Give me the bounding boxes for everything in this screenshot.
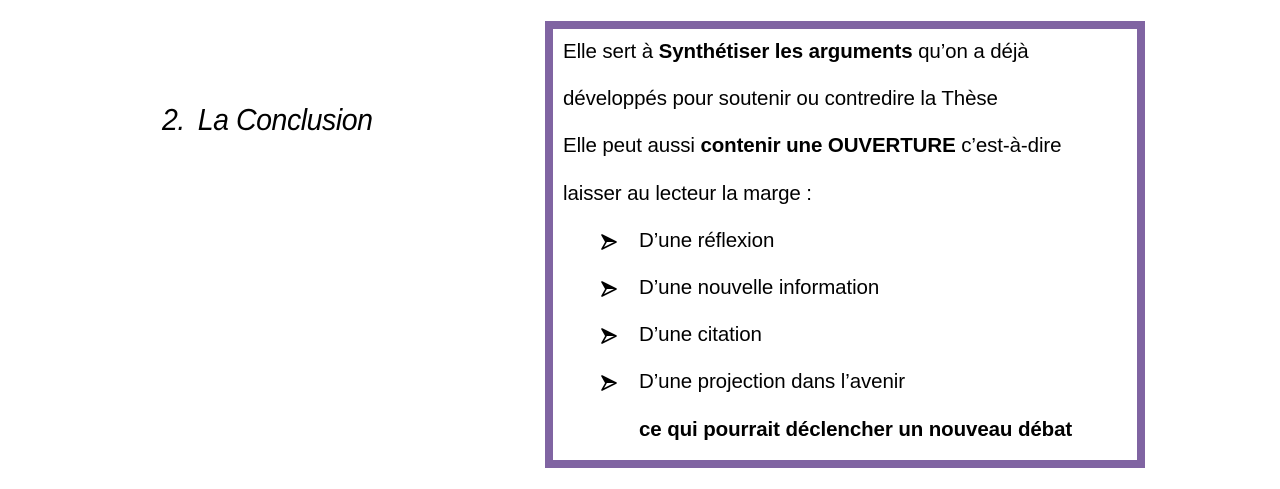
paragraph-synthesis-continued: développés pour soutenir ou contredire l… — [563, 87, 998, 111]
arrowhead-bullet-icon — [601, 365, 639, 399]
paragraph-opening-pre: Elle peut aussi — [563, 134, 701, 158]
list-item: D’une nouvelle information — [563, 271, 1131, 318]
section-title: La Conclusion — [197, 102, 373, 137]
list-item-text: D’une réflexion — [639, 228, 775, 252]
list-item-text: D’une nouvelle information — [639, 275, 880, 299]
list-item-text: D’une citation — [639, 323, 762, 347]
arrowhead-bullet-icon — [601, 271, 639, 305]
paragraph-opening-post: c’est-à-dire — [955, 134, 1062, 158]
conclusion-box-content: Elle sert à Synthétiser les arguments qu… — [563, 35, 1131, 460]
list-item: D’une réflexion — [563, 224, 1131, 271]
section-heading: 2. La Conclusion — [162, 100, 373, 140]
arrowhead-bullet-icon — [601, 318, 639, 352]
list-item: D’une projection dans l’avenir — [563, 365, 1131, 412]
paragraph-synthesis-pre: Elle sert à — [563, 40, 659, 63]
paragraph-opening-bold: contenir une OUVERTURE — [700, 134, 956, 158]
paragraph-opening-continued: laisser au lecteur la marge : — [563, 181, 812, 205]
arrowhead-bullet-icon — [601, 224, 639, 258]
paragraph-synthesis: Elle sert à Synthétiser les arguments qu… — [563, 35, 1131, 82]
paragraph-synthesis-bold: Synthétiser les arguments — [658, 40, 913, 63]
section-number: 2. — [162, 102, 185, 137]
conclusion-box: Elle sert à Synthétiser les arguments qu… — [545, 21, 1145, 468]
list-item-text: D’une projection dans l’avenir — [639, 370, 905, 394]
paragraph-opening: Elle peut aussi contenir une OUVERTURE c… — [563, 129, 1131, 176]
paragraph-synthesis-post: qu’on a déjà — [912, 40, 1029, 63]
list-item: D’une citation — [563, 318, 1131, 365]
closing-statement: ce qui pourrait déclencher un nouveau dé… — [639, 417, 1073, 441]
